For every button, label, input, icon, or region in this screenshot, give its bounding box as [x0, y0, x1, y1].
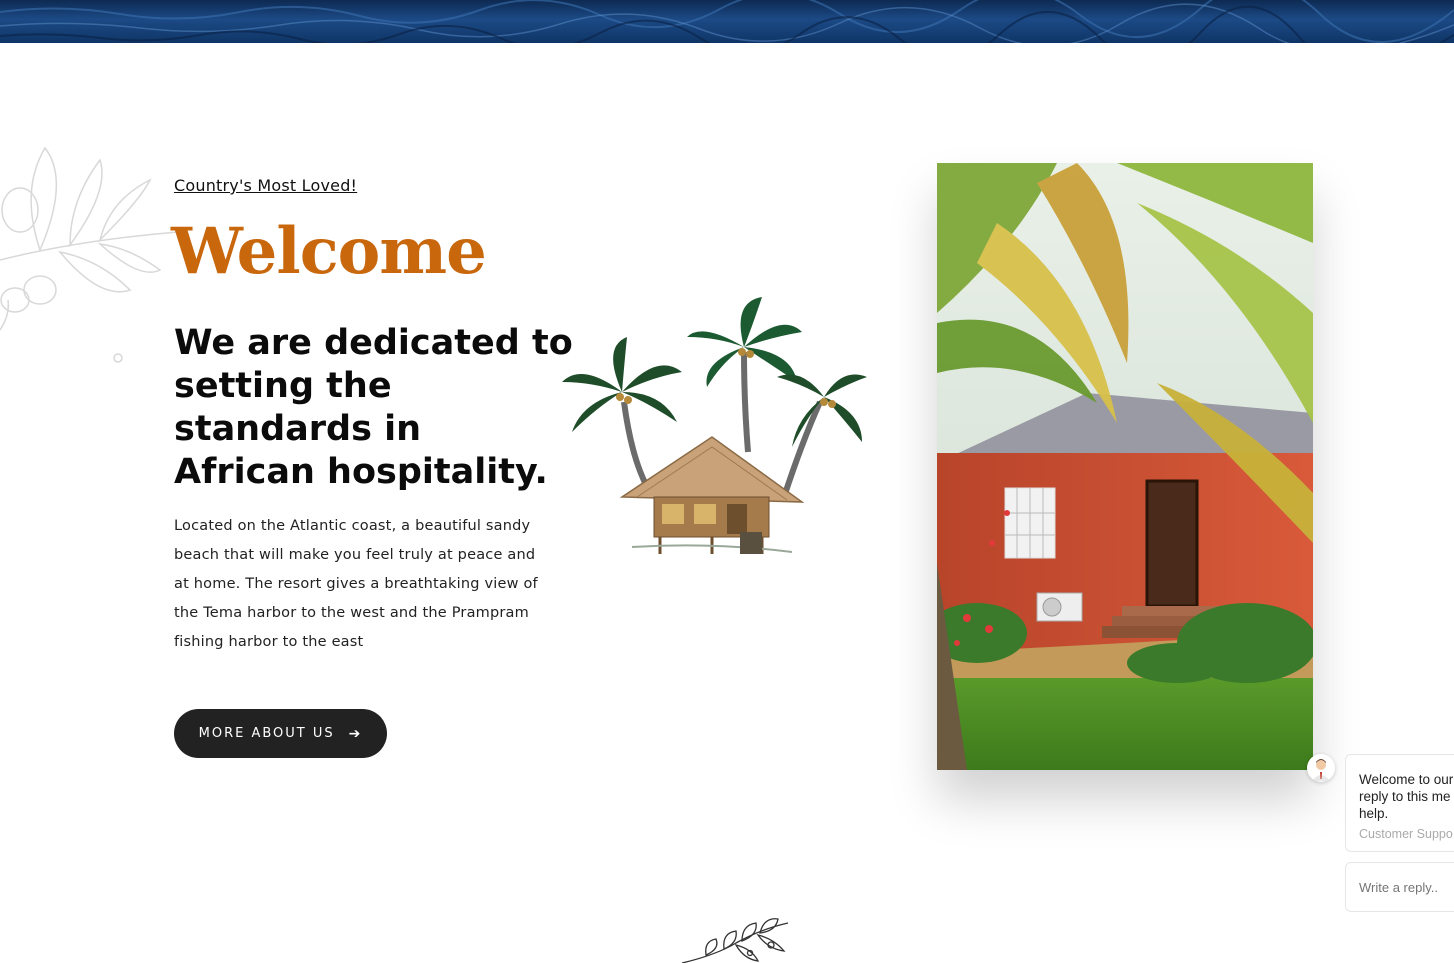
palm-hut-illustration — [562, 297, 867, 554]
olive-branch-decoration — [0, 146, 179, 363]
support-avatar[interactable] — [1307, 754, 1335, 782]
top-banner-image — [0, 0, 1454, 43]
more-about-us-button[interactable]: MORE ABOUT US ➔ — [174, 709, 387, 758]
section-headline: We are dedicated to setting the standard… — [174, 323, 573, 492]
chat-message-bubble[interactable]: Welcome to our reply to this me help. Cu… — [1345, 754, 1454, 852]
resort-photo — [937, 163, 1313, 770]
leaf-sketch-decoration — [681, 918, 789, 963]
chat-reply-input[interactable] — [1345, 862, 1454, 912]
chat-message-text: Welcome to our reply to this me help. — [1359, 772, 1454, 821]
section-description: Located on the Atlantic coast, a beautif… — [174, 518, 538, 650]
tagline-link[interactable]: Country's Most Loved! — [174, 176, 357, 195]
welcome-title: Welcome — [171, 214, 487, 289]
arrow-right-icon: ➔ — [348, 725, 363, 742]
more-about-us-label: MORE ABOUT US — [198, 726, 335, 741]
chat-sender-label: Customer Suppo — [1359, 827, 1453, 841]
